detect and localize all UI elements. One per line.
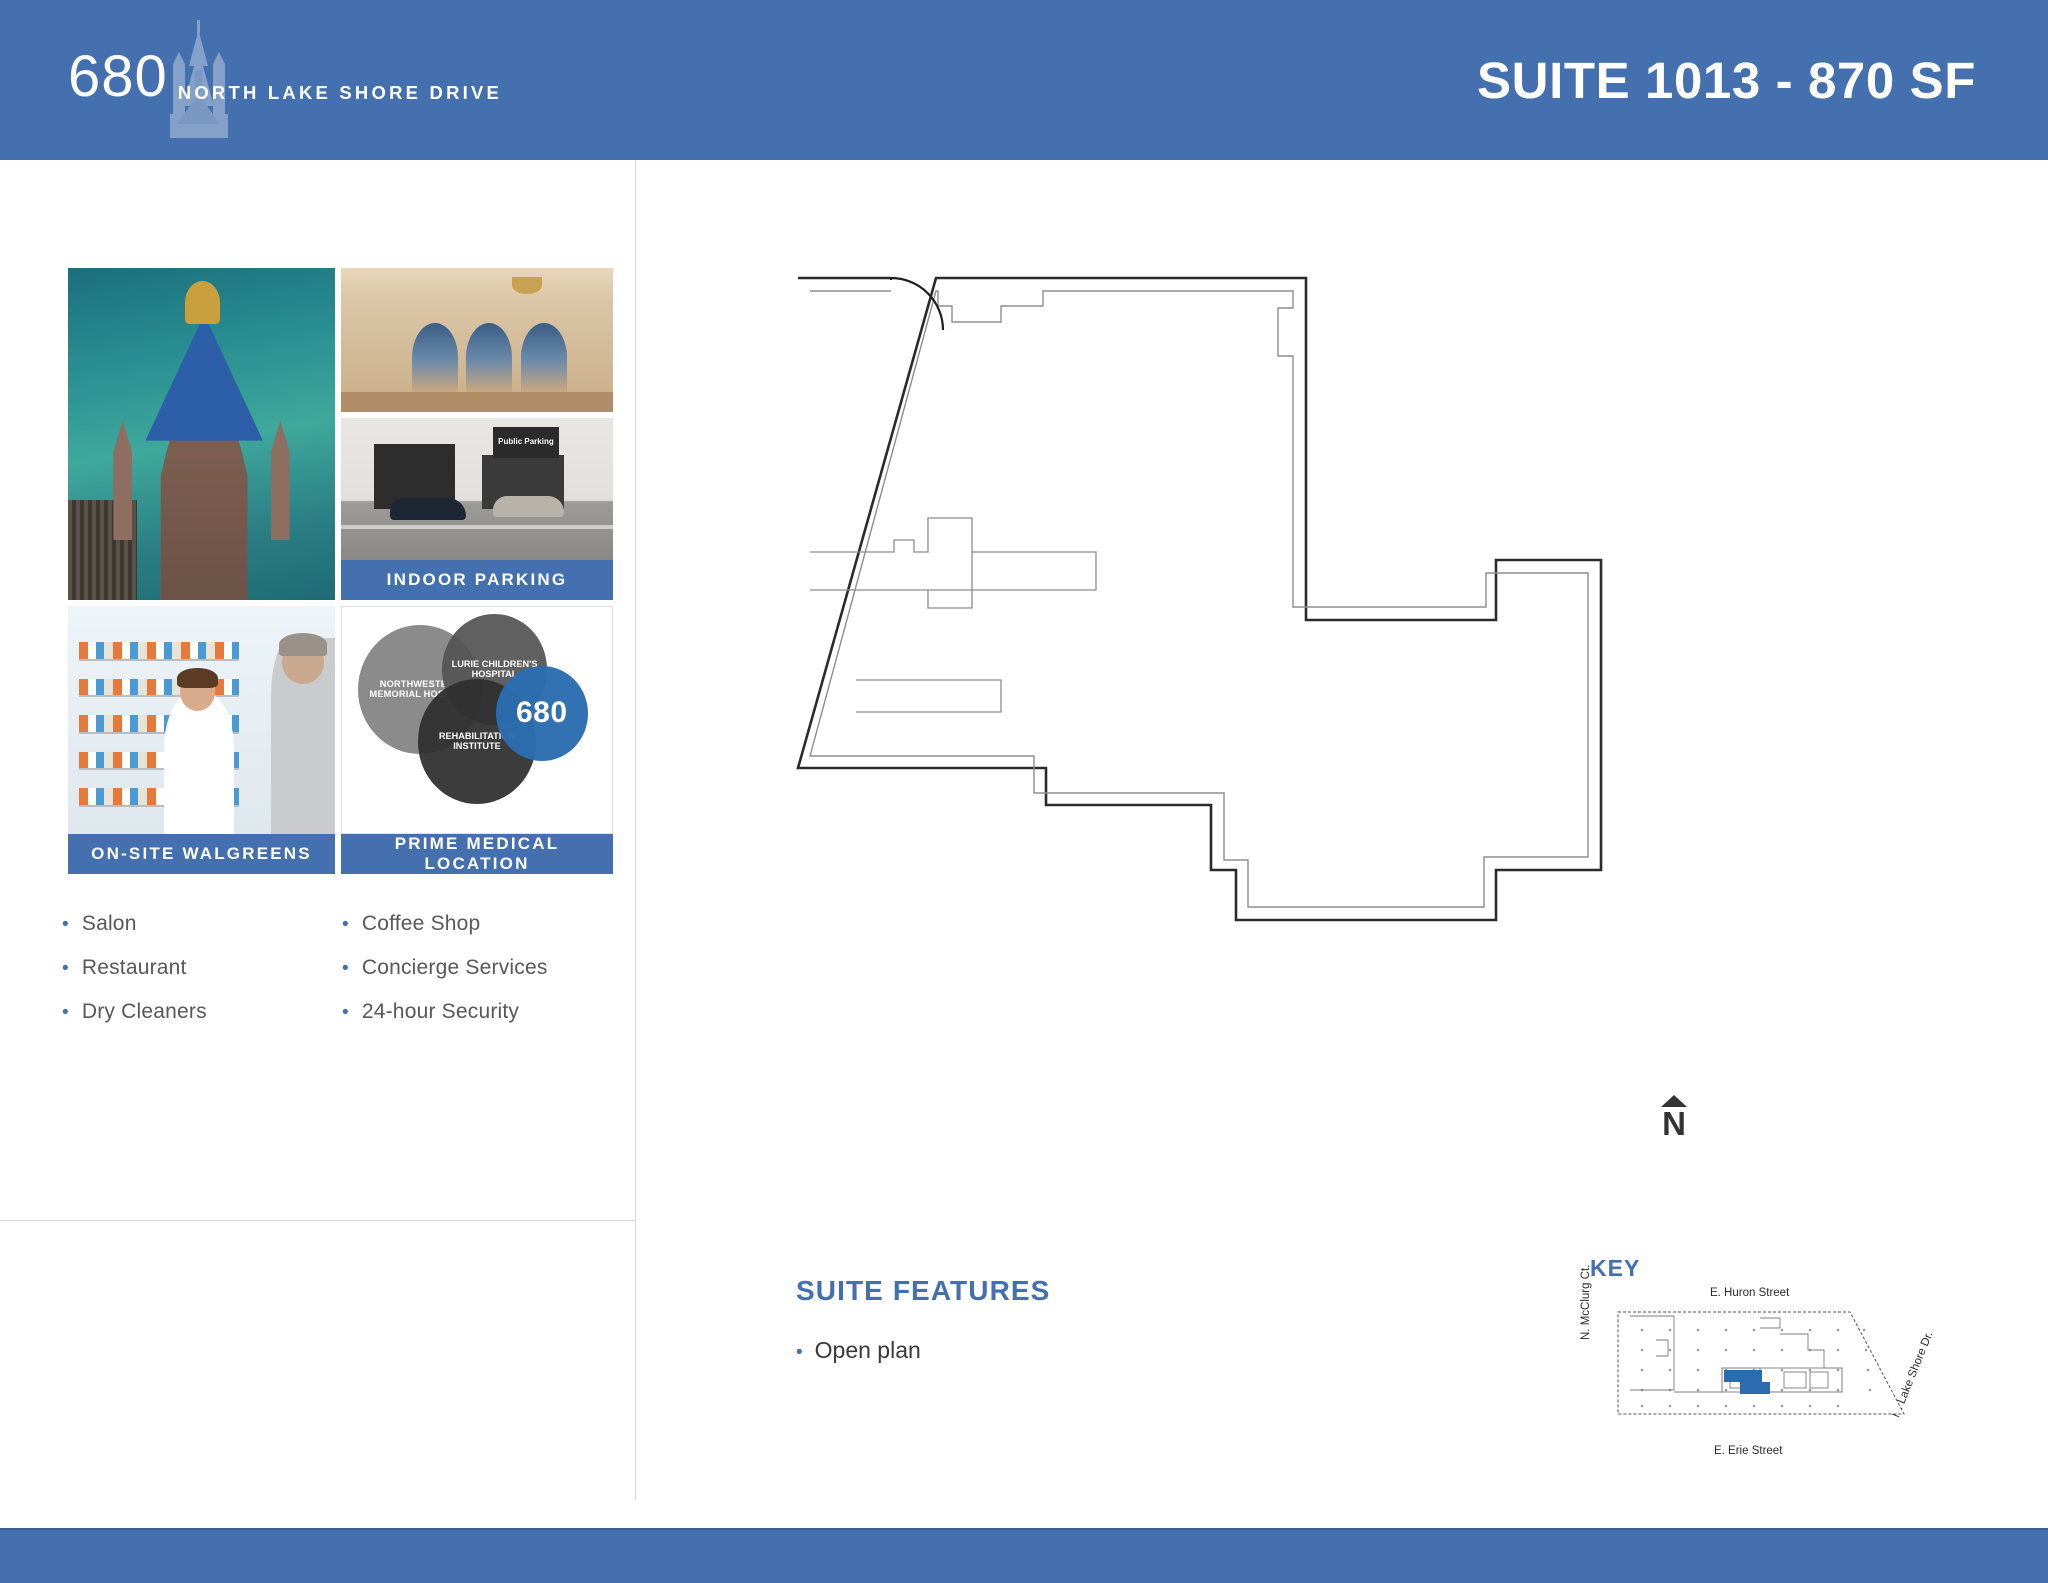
building-tower-icon — [170, 20, 228, 138]
floorplan-drawing — [796, 276, 1603, 922]
bullet-icon: • — [62, 958, 69, 979]
left-panel: Public Parking INDOOR PARKING ON-SITE WA… — [0, 160, 636, 1500]
suite-features-title: SUITE FEATURES — [796, 1275, 1051, 1306]
building-exterior-image — [68, 268, 335, 600]
caption-prime-medical-location: PRIME MEDICAL LOCATION — [341, 834, 613, 874]
amenity-label: 24-hour Security — [361, 1000, 520, 1023]
bullet-icon: • — [62, 914, 69, 935]
photo-onsite-walgreens: ON-SITE WALGREENS — [68, 606, 335, 874]
page-title: SUITE 1013 - 870 SF — [1477, 51, 1976, 109]
photo-column-right-top: Public Parking INDOOR PARKING — [341, 268, 613, 600]
north-arrow-icon: N — [1654, 1095, 1694, 1147]
list-item: • Concierge Services — [342, 946, 622, 990]
brand-subtitle: NORTH LAKE SHORE DRIVE — [177, 82, 503, 103]
key-label-mcclurg: N. McClurg Ct. — [1580, 1264, 1592, 1340]
amenity-label: Dry Cleaners — [81, 1000, 207, 1023]
brand-number: 680 — [68, 44, 168, 109]
amenity-label: Concierge Services — [361, 956, 548, 979]
suite-floorplan — [796, 260, 1656, 980]
caption-indoor-parking: INDOOR PARKING — [341, 560, 613, 600]
list-item: • Salon — [62, 902, 342, 946]
onsite-walgreens-image — [68, 606, 335, 834]
brand-logo: 680 NORTH LAKE SHORE DRIVE — [68, 20, 502, 140]
lobby-interior-image — [341, 268, 613, 412]
indoor-parking-image: Public Parking — [341, 418, 613, 560]
suite-features-section: SUITE FEATURES • Open plan — [796, 1275, 1396, 1364]
bullet-icon: • — [796, 1342, 803, 1363]
caption-onsite-walgreens: ON-SITE WALGREENS — [68, 834, 335, 874]
amenity-label: Coffee Shop — [361, 912, 481, 935]
photo-prime-medical-location: NORTHWESTERN MEMORIAL HOSPITAL LURIE CHI… — [341, 606, 613, 874]
brochure-page: 680 NORTH LAKE SHORE DRIVE SUITE 1013 - … — [0, 0, 2048, 1583]
key-section: KEY E. Huron Street E. Erie Street N. Mc… — [1580, 1255, 1935, 1457]
photo-building-exterior — [68, 268, 335, 600]
public-parking-sign: Public Parking — [493, 426, 559, 458]
panel-horizontal-divider — [0, 1220, 636, 1221]
suite-feature-label: Open plan — [814, 1337, 921, 1363]
list-item: • Open plan — [796, 1337, 1396, 1364]
bullet-icon: • — [62, 1002, 69, 1023]
list-item: • Restaurant — [62, 946, 342, 990]
bullet-icon: • — [342, 914, 349, 935]
list-item: • Coffee Shop — [342, 902, 622, 946]
amenity-label: Restaurant — [81, 956, 187, 979]
photo-grid: Public Parking INDOOR PARKING ON-SITE WA… — [68, 268, 613, 874]
venn-circle-680: 680 — [495, 665, 588, 761]
key-label-huron: E. Huron Street — [1710, 1287, 1790, 1299]
key-title: KEY — [1590, 1255, 1641, 1281]
key-map-drawing — [1617, 1311, 1905, 1415]
key-floorplate-map: E. Huron Street E. Erie Street N. McClur… — [1580, 1265, 1935, 1457]
page-header: 680 NORTH LAKE SHORE DRIVE SUITE 1013 - … — [0, 0, 2048, 160]
amenities-list: • Salon • Coffee Shop • Restaurant • Con… — [62, 902, 622, 1034]
bullet-icon: • — [342, 1002, 349, 1023]
list-item: • 24-hour Security — [342, 990, 622, 1034]
bullet-icon: • — [342, 958, 349, 979]
prime-medical-venn-diagram: NORTHWESTERN MEMORIAL HOSPITAL LURIE CHI… — [341, 606, 613, 834]
page-footer — [0, 1528, 2048, 1583]
list-item: • Dry Cleaners — [62, 990, 342, 1034]
key-label-erie: E. Erie Street — [1714, 1445, 1783, 1457]
north-arrow-label: N — [1662, 1105, 1686, 1142]
amenity-label: Salon — [81, 912, 137, 935]
photo-indoor-parking: Public Parking INDOOR PARKING — [341, 418, 613, 600]
